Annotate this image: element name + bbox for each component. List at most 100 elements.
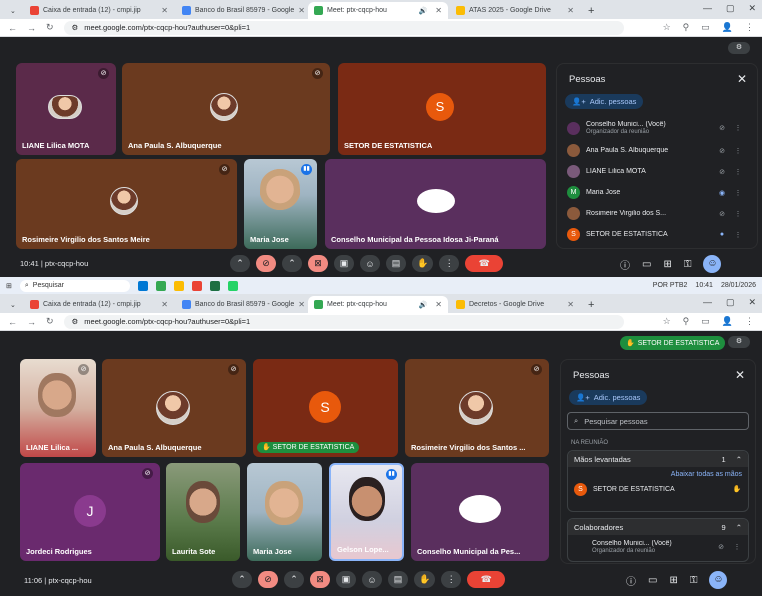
site-info-icon[interactable]: ⚙ <box>72 317 79 326</box>
close-panel-icon[interactable]: ✕ <box>735 368 745 382</box>
chat-icon[interactable]: ▭ <box>642 259 651 270</box>
back-icon[interactable]: ← <box>8 317 17 327</box>
close-window-icon[interactable]: ✕ <box>748 3 756 14</box>
list-item[interactable]: Ana Paula S. Albuquerque ⊘ ⋮ <box>567 140 743 161</box>
close-icon[interactable]: ✕ <box>435 300 442 309</box>
list-item[interactable]: Conselho Munici... (Você) Organizador da … <box>567 116 743 140</box>
app-icon[interactable] <box>173 280 184 291</box>
minimize-icon[interactable]: — <box>703 297 712 308</box>
app-icon[interactable] <box>191 280 202 291</box>
raise-hand-button[interactable]: ✋ <box>414 571 436 588</box>
more-options-button[interactable]: ⋮ <box>439 255 460 272</box>
participant-tile[interactable]: Conselho Municipal da Pes... <box>411 463 549 561</box>
mic-toggle-button[interactable]: ⊘ <box>256 255 276 272</box>
url-field[interactable]: ⚙ meet.google.com/ptx-cqcp-hou?authuser=0… <box>63 20 624 35</box>
add-people-button[interactable]: 👤+ Adic. pessoas <box>565 94 644 109</box>
host-icon[interactable]: ⚿ <box>690 575 698 586</box>
list-item[interactable]: S SETOR DE ESTATISTICA ● ⋮ <box>567 224 743 245</box>
list-item[interactable]: Conselho Munici... (Você) Organizador da … <box>568 535 748 559</box>
bookmark-star-icon[interactable]: ☆ <box>663 22 671 33</box>
present-button[interactable]: ▤ <box>386 255 406 272</box>
more-options-button[interactable]: ⋮ <box>441 571 462 588</box>
extensions-icon[interactable]: ⚲ <box>683 316 690 327</box>
start-icon[interactable]: ⊞ <box>6 282 12 290</box>
site-info-icon[interactable]: ⚙ <box>72 23 79 32</box>
host-controls-icon[interactable]: ⚙ <box>728 336 750 348</box>
mic-toggle-button[interactable]: ⊘ <box>258 571 278 588</box>
search-people-input[interactable]: ⌕ Pesquisar pessoas <box>567 412 749 430</box>
add-people-button[interactable]: 👤+ Adic. pessoas <box>569 390 648 405</box>
leave-call-button[interactable]: ☎ <box>465 255 504 272</box>
app-icon[interactable] <box>209 280 220 291</box>
list-item[interactable]: LIANE Lilica MOTA ⊘ ⋮ <box>567 161 743 182</box>
tab-banco[interactable]: Banco do Brasil 85979 - Google ✕ <box>176 296 306 313</box>
tab-meet[interactable]: Meet: ptx-cqcp-hou 🔊 ✕ <box>308 296 448 313</box>
participant-video-tile[interactable]: Laurita Sote <box>166 463 240 561</box>
participant-tile[interactable]: ⊘ Rosimeire Virgilio dos Santos Meire <box>16 159 237 249</box>
captions-button[interactable]: ▣ <box>336 571 356 588</box>
more-icon[interactable]: ⋮ <box>733 124 743 132</box>
participant-tile[interactable]: ⊘ Rosimeire Virgilio dos Santos ... <box>405 359 549 457</box>
host-controls-icon[interactable]: ⚙ <box>728 42 750 54</box>
close-icon[interactable]: ✕ <box>298 300 305 309</box>
host-icon[interactable]: ⚿ <box>684 259 692 270</box>
tab-gmail[interactable]: Caixa de entrada (12) - cmpi.jip ✕ <box>24 2 174 19</box>
activities-icon[interactable]: ⊞ <box>663 259 671 270</box>
tab-menu[interactable]: ⌄ <box>4 296 22 313</box>
sidebar-icon[interactable]: ▭ <box>701 22 710 33</box>
participant-video-tile[interactable]: ⊘ LIANE Lilica ... <box>20 359 96 457</box>
more-icon[interactable]: ⋮ <box>733 189 743 197</box>
present-button[interactable]: ▤ <box>388 571 408 588</box>
forward-icon[interactable]: → <box>27 23 36 33</box>
close-icon[interactable]: ✕ <box>567 300 574 309</box>
menu-icon[interactable]: ⋮ <box>745 22 754 33</box>
app-icon[interactable] <box>137 280 148 291</box>
more-icon[interactable]: ⋮ <box>732 543 742 551</box>
bookmark-star-icon[interactable]: ☆ <box>663 316 671 327</box>
menu-icon[interactable]: ⋮ <box>745 316 754 327</box>
participant-tile[interactable]: ⊘ Ana Paula S. Albuquerque <box>122 63 330 155</box>
profile-icon[interactable]: 👤 <box>722 316 733 327</box>
mic-options-button[interactable]: ⌃ <box>232 571 252 588</box>
tab-drive[interactable]: ATAS 2025 - Google Drive ✕ <box>450 2 580 19</box>
maximize-icon[interactable]: ▢ <box>726 3 735 14</box>
people-icon[interactable]: ☺ <box>703 255 722 273</box>
info-icon[interactable]: ⓘ <box>620 257 630 272</box>
maximize-icon[interactable]: ▢ <box>726 297 735 308</box>
camera-options-button[interactable]: ⌃ <box>282 255 302 272</box>
new-tab-button[interactable]: + <box>582 296 600 313</box>
tab-meet[interactable]: Meet: ptx-cqcp-hou 🔊 ✕ <box>308 2 448 19</box>
more-icon[interactable]: ⋮ <box>733 231 743 239</box>
taskbar-search[interactable]: ⌕ Pesquisar <box>19 279 130 292</box>
list-item[interactable]: S SETOR DE ESTATISTICA ✋ <box>568 478 748 500</box>
participant-tile[interactable]: Conselho Municipal da Pessoa Idosa Ji-Pa… <box>325 159 546 249</box>
reload-icon[interactable]: ↻ <box>46 22 54 33</box>
url-field[interactable]: ⚙ meet.google.com/ptx-cqcp-hou?authuser=0… <box>63 314 624 329</box>
participant-video-tile[interactable]: ▮▮ Maria Jose <box>244 159 317 249</box>
participant-tile[interactable]: J ⊘ Jordeci Rodrigues <box>20 463 160 561</box>
minimize-icon[interactable]: — <box>703 3 712 14</box>
collaborators-header[interactable]: Colaboradores 9 ⌃ <box>568 519 748 535</box>
captions-button[interactable]: ▣ <box>334 255 354 272</box>
close-icon[interactable]: ✕ <box>435 6 442 15</box>
participant-tile[interactable]: S SETOR DE ESTATISTICA <box>338 63 546 155</box>
participant-video-tile[interactable]: ▮▮ Gelson Lope... <box>329 463 404 561</box>
tab-drive[interactable]: Decretos - Google Drive ✕ <box>450 296 580 313</box>
activities-icon[interactable]: ⊞ <box>669 575 677 586</box>
raise-hand-button[interactable]: ✋ <box>412 255 434 272</box>
more-icon[interactable]: ⋮ <box>733 147 743 155</box>
more-icon[interactable]: ⋮ <box>733 210 743 218</box>
close-panel-icon[interactable]: ✕ <box>737 72 747 86</box>
app-icon[interactable] <box>155 280 166 291</box>
camera-options-button[interactable]: ⌃ <box>284 571 304 588</box>
leave-call-button[interactable]: ☎ <box>467 571 506 588</box>
close-icon[interactable]: ✕ <box>567 6 574 15</box>
participant-tile[interactable]: S ✋ SETOR DE ESTATISTICA <box>253 359 398 457</box>
tab-menu[interactable]: ⌄ <box>4 2 22 19</box>
close-icon[interactable]: ✕ <box>161 300 168 309</box>
forward-icon[interactable]: → <box>27 317 36 327</box>
app-icon[interactable] <box>227 280 238 291</box>
profile-icon[interactable]: 👤 <box>722 22 733 33</box>
participant-tile[interactable]: ⊘ Ana Paula S. Albuquerque <box>102 359 246 457</box>
sidebar-icon[interactable]: ▭ <box>701 316 710 327</box>
